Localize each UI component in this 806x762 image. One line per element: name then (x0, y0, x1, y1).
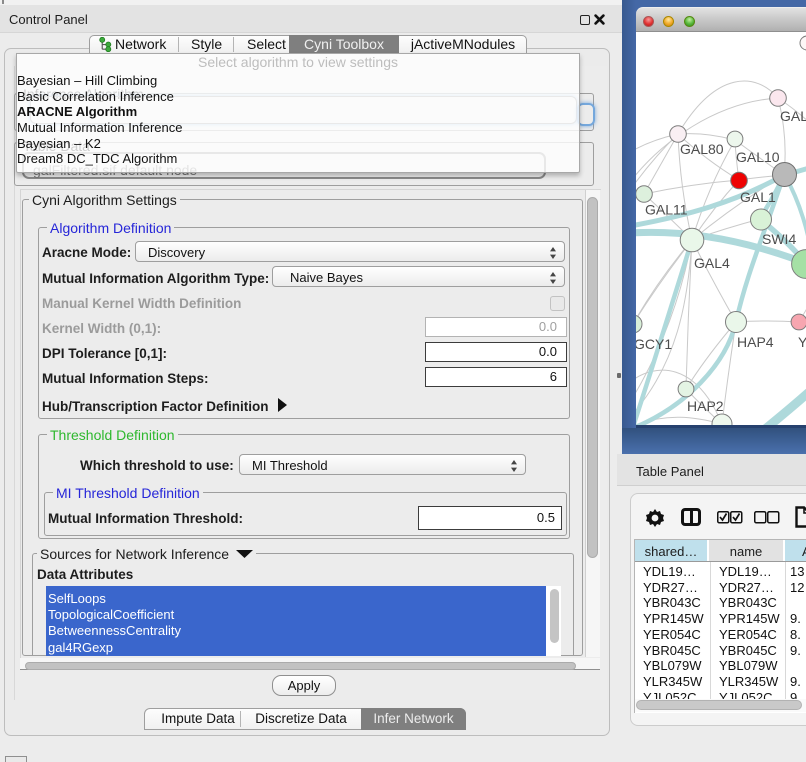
svg-text:GAL4: GAL4 (694, 255, 730, 271)
svg-text:GAL80: GAL80 (680, 141, 724, 157)
svg-text:GAL11: GAL11 (645, 202, 688, 218)
svg-text:GAL7: GAL7 (780, 108, 806, 124)
svg-text:GAL1: GAL1 (740, 189, 776, 205)
svg-text:SWI4: SWI4 (762, 231, 796, 247)
svg-text:Y: Y (798, 334, 806, 350)
svg-text:GCY1: GCY1 (636, 336, 672, 352)
svg-text:HAP2: HAP2 (687, 398, 724, 414)
svg-text:GAL10: GAL10 (736, 149, 780, 165)
svg-text:HAP4: HAP4 (737, 334, 774, 350)
